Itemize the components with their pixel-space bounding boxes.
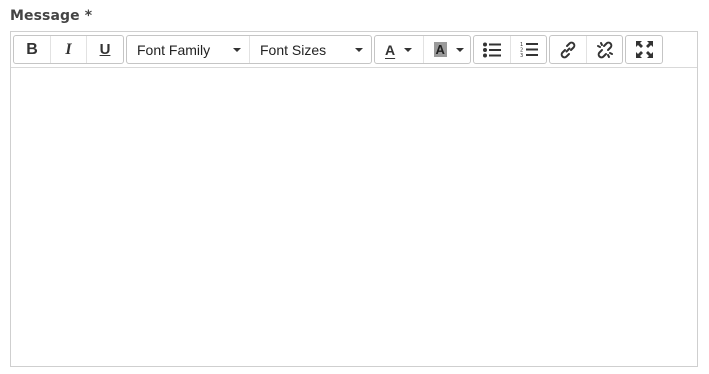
underline-icon: U bbox=[99, 41, 111, 58]
bold-icon: B bbox=[26, 40, 38, 58]
bullet-list-icon bbox=[483, 42, 501, 57]
bullet-list-button[interactable] bbox=[474, 36, 510, 63]
bold-button[interactable]: B bbox=[14, 36, 50, 63]
font-sizes-label: Font Sizes bbox=[260, 41, 327, 58]
background-color-button[interactable]: A bbox=[422, 36, 471, 63]
list-group: 1 2 3 bbox=[473, 35, 547, 64]
numbered-list-icon: 1 2 3 bbox=[520, 42, 538, 58]
chevron-down-icon bbox=[233, 47, 241, 52]
italic-icon: I bbox=[65, 40, 72, 58]
editor-toolbar: B I U Font Family Font Sizes A A 1 2 3 bbox=[11, 32, 697, 68]
message-body-area[interactable] bbox=[11, 68, 697, 366]
svg-text:3: 3 bbox=[520, 53, 523, 58]
message-label: Message * bbox=[10, 8, 93, 24]
fullscreen-button[interactable] bbox=[626, 36, 662, 63]
insert-link-button[interactable] bbox=[550, 36, 586, 63]
chevron-down-icon bbox=[455, 47, 464, 52]
numbered-list-button[interactable]: 1 2 3 bbox=[510, 36, 546, 63]
background-color-icon: A bbox=[433, 42, 447, 57]
fullscreen-icon bbox=[635, 41, 653, 58]
italic-button[interactable]: I bbox=[50, 36, 86, 63]
chevron-down-icon bbox=[355, 47, 363, 52]
chevron-down-icon bbox=[404, 47, 413, 52]
remove-link-button[interactable] bbox=[586, 36, 622, 63]
color-group: A A bbox=[374, 35, 471, 64]
underline-button[interactable]: U bbox=[86, 36, 123, 63]
text-style-group: B I U bbox=[13, 35, 124, 64]
font-family-dropdown[interactable]: Font Family bbox=[127, 36, 249, 63]
font-family-label: Font Family bbox=[137, 41, 211, 58]
message-editor: B I U Font Family Font Sizes A A 1 2 3 bbox=[10, 31, 698, 367]
font-group: Font Family Font Sizes bbox=[126, 35, 372, 64]
font-sizes-dropdown[interactable]: Font Sizes bbox=[249, 36, 371, 63]
font-color-button[interactable]: A bbox=[375, 36, 423, 63]
unlink-icon bbox=[596, 41, 613, 58]
link-group bbox=[549, 35, 623, 64]
font-color-icon: A bbox=[385, 41, 396, 58]
link-icon bbox=[560, 41, 576, 58]
fullscreen-group bbox=[625, 35, 663, 64]
